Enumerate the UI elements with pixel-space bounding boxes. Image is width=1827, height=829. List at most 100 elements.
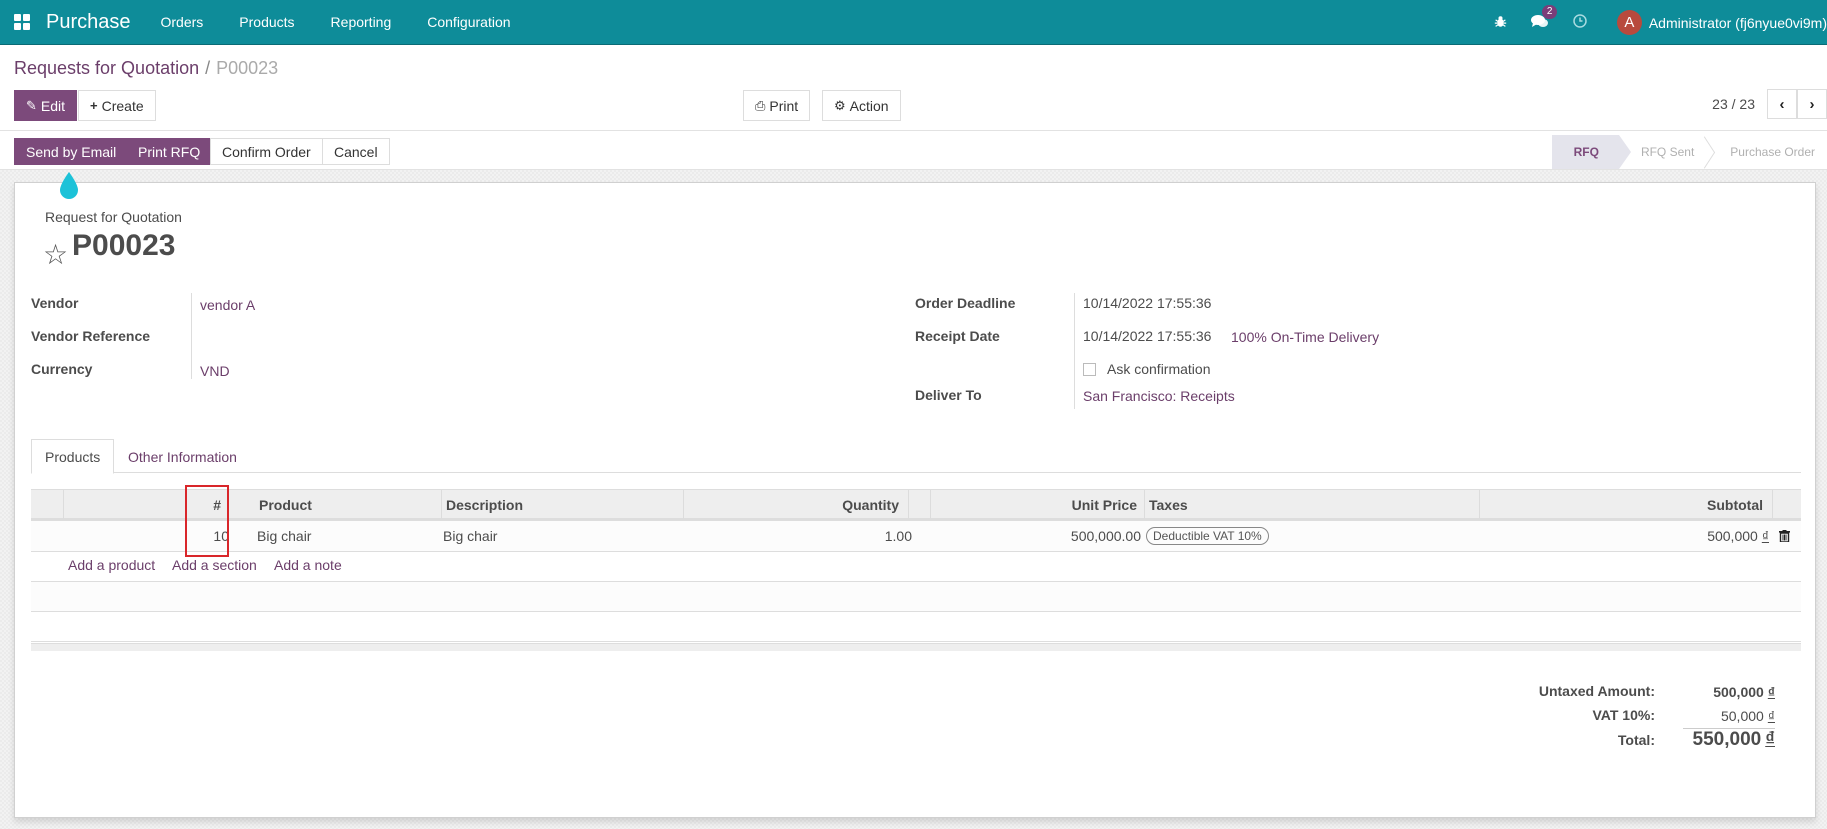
untaxed-amount: 500,000: [1713, 684, 1764, 700]
print-label: Print: [769, 97, 799, 114]
order-deadline-field[interactable]: 10/14/2022 17:55:36: [1083, 295, 1211, 311]
form-sheet: Request for Quotation ☆ P00023 Vendor ve…: [14, 182, 1816, 818]
confirm-order-button[interactable]: Confirm Order: [210, 138, 323, 165]
order-lines-header: # Product Description Quantity Unit Pric…: [31, 489, 1801, 521]
total-value: 550,000 ₫: [1635, 729, 1775, 751]
message-count-badge: 2: [1541, 4, 1558, 19]
empty-row: [31, 582, 1801, 612]
empty-row: [31, 612, 1801, 642]
tab-products[interactable]: Products: [31, 439, 115, 474]
send-by-email-button[interactable]: Send by Email: [14, 138, 129, 165]
status-rfq[interactable]: RFQ: [1551, 135, 1632, 169]
user-menu[interactable]: Administrator (fj6nyue0vi9m): [1649, 15, 1827, 31]
cell-description[interactable]: Big chair: [443, 521, 497, 551]
status-purchase-order[interactable]: Purchase Order: [1708, 135, 1827, 169]
total-amount: 550,000: [1692, 729, 1762, 750]
vendor-label: Vendor: [31, 295, 79, 311]
gear-icon: ⚙: [834, 97, 846, 113]
currency-symbol: ₫: [1767, 708, 1775, 724]
ask-confirmation-checkbox[interactable]: [1083, 363, 1096, 376]
deliver-to-field[interactable]: San Francisco: Receipts: [1083, 388, 1235, 404]
trash-icon[interactable]: [1774, 521, 1794, 551]
action-label: Action: [849, 97, 889, 114]
menu-configuration[interactable]: Configuration: [427, 14, 510, 30]
status-bar: RFQ RFQ Sent Purchase Order: [1551, 135, 1827, 169]
column-separator: [1144, 490, 1145, 519]
plus-icon: +: [90, 98, 98, 113]
chevron-right-icon: ›: [1809, 95, 1815, 113]
column-separator: [930, 490, 931, 519]
column-taxes[interactable]: Taxes: [1149, 490, 1188, 519]
breadcrumb: Requests for Quotation / P00023: [14, 58, 278, 79]
pager-next-button[interactable]: ›: [1797, 89, 1827, 119]
menu-products[interactable]: Products: [239, 14, 294, 30]
divider: [0, 130, 1827, 131]
vat-value: 50,000 ₫: [1665, 708, 1775, 724]
status-rfq-sent[interactable]: RFQ Sent: [1619, 135, 1708, 169]
action-button[interactable]: ⚙ Action: [822, 90, 901, 121]
currency-field[interactable]: VND: [200, 363, 230, 379]
tab-other-information[interactable]: Other Information: [115, 439, 250, 474]
breadcrumb-parent[interactable]: Requests for Quotation: [14, 58, 199, 78]
app-name[interactable]: Purchase: [46, 11, 131, 34]
create-label: Create: [101, 97, 144, 114]
edit-button[interactable]: ✎ Edit: [14, 90, 78, 121]
edit-label: Edit: [40, 97, 66, 114]
cell-quantity[interactable]: 1.00: [691, 521, 912, 551]
table-footer: [31, 643, 1801, 651]
avatar[interactable]: A: [1616, 10, 1642, 35]
cell-unit-price[interactable]: 500,000.00: [936, 521, 1141, 551]
breadcrumb-current: P00023: [216, 58, 279, 78]
subtotal-value: 500,000: [1707, 528, 1758, 544]
column-unit-price[interactable]: Unit Price: [936, 490, 1137, 519]
pager-value[interactable]: 23 / 23: [1712, 96, 1755, 112]
field-divider: [1074, 293, 1075, 409]
pager-previous-button[interactable]: ‹: [1767, 89, 1797, 119]
cancel-button[interactable]: Cancel: [322, 138, 390, 165]
add-line-row: [31, 552, 1801, 582]
currency-label: Currency: [31, 361, 93, 377]
vendor-field[interactable]: vendor A: [200, 297, 255, 313]
column-separator: [908, 490, 909, 519]
printer-icon: ⎙: [755, 97, 766, 113]
print-rfq-button[interactable]: Print RFQ: [126, 138, 213, 165]
field-divider: [191, 293, 192, 379]
column-subtotal[interactable]: Subtotal: [1486, 490, 1763, 519]
chevron-left-icon: ‹: [1779, 95, 1785, 113]
cell-product[interactable]: Big chair: [257, 521, 311, 551]
menu-orders[interactable]: Orders: [161, 14, 204, 30]
column-separator: [63, 490, 64, 519]
top-navbar: Purchase Orders Products Reporting Confi…: [0, 0, 1827, 45]
currency-symbol: ₫: [1761, 528, 1769, 544]
cell-taxes[interactable]: Deductible VAT 10%: [1146, 521, 1269, 551]
clock-icon[interactable]: [1573, 13, 1587, 32]
chat-icon[interactable]: 2: [1530, 4, 1558, 32]
untaxed-amount-value: 500,000 ₫: [1665, 684, 1775, 700]
column-separator: [1479, 490, 1480, 519]
star-icon[interactable]: ☆: [43, 241, 68, 269]
on-time-delivery-link[interactable]: 100% On-Time Delivery: [1231, 329, 1379, 345]
ask-confirmation-label: Ask confirmation: [1107, 361, 1211, 377]
bug-icon[interactable]: [1494, 15, 1507, 31]
menu-reporting[interactable]: Reporting: [331, 14, 392, 30]
column-quantity[interactable]: Quantity: [691, 490, 899, 519]
document-type-label: Request for Quotation: [45, 209, 182, 225]
highlight-annotation: [185, 485, 229, 557]
print-button[interactable]: ⎙ Print: [743, 90, 811, 121]
breadcrumb-separator: /: [205, 58, 211, 78]
vendor-reference-field[interactable]: [200, 328, 500, 346]
apps-grid-icon[interactable]: [14, 14, 30, 30]
water-drop-icon: [58, 170, 80, 200]
total-label: Total:: [1617, 732, 1655, 748]
pencil-icon: ✎: [26, 97, 37, 113]
column-description[interactable]: Description: [446, 490, 523, 519]
receipt-date-field[interactable]: 10/14/2022 17:55:36: [1083, 328, 1211, 344]
table-row[interactable]: 10 Big chair Big chair 1.00 500,000.00 D…: [31, 521, 1801, 552]
vendor-reference-label: Vendor Reference: [31, 328, 151, 344]
notebook-tabs: Products Other Information: [31, 439, 1801, 474]
create-button[interactable]: + Create: [78, 90, 156, 121]
cell-subtotal: 500,000 ₫: [1486, 521, 1769, 551]
column-product[interactable]: Product: [259, 490, 312, 519]
column-separator: [441, 490, 442, 519]
vat-label: VAT 10%:: [1592, 707, 1656, 723]
